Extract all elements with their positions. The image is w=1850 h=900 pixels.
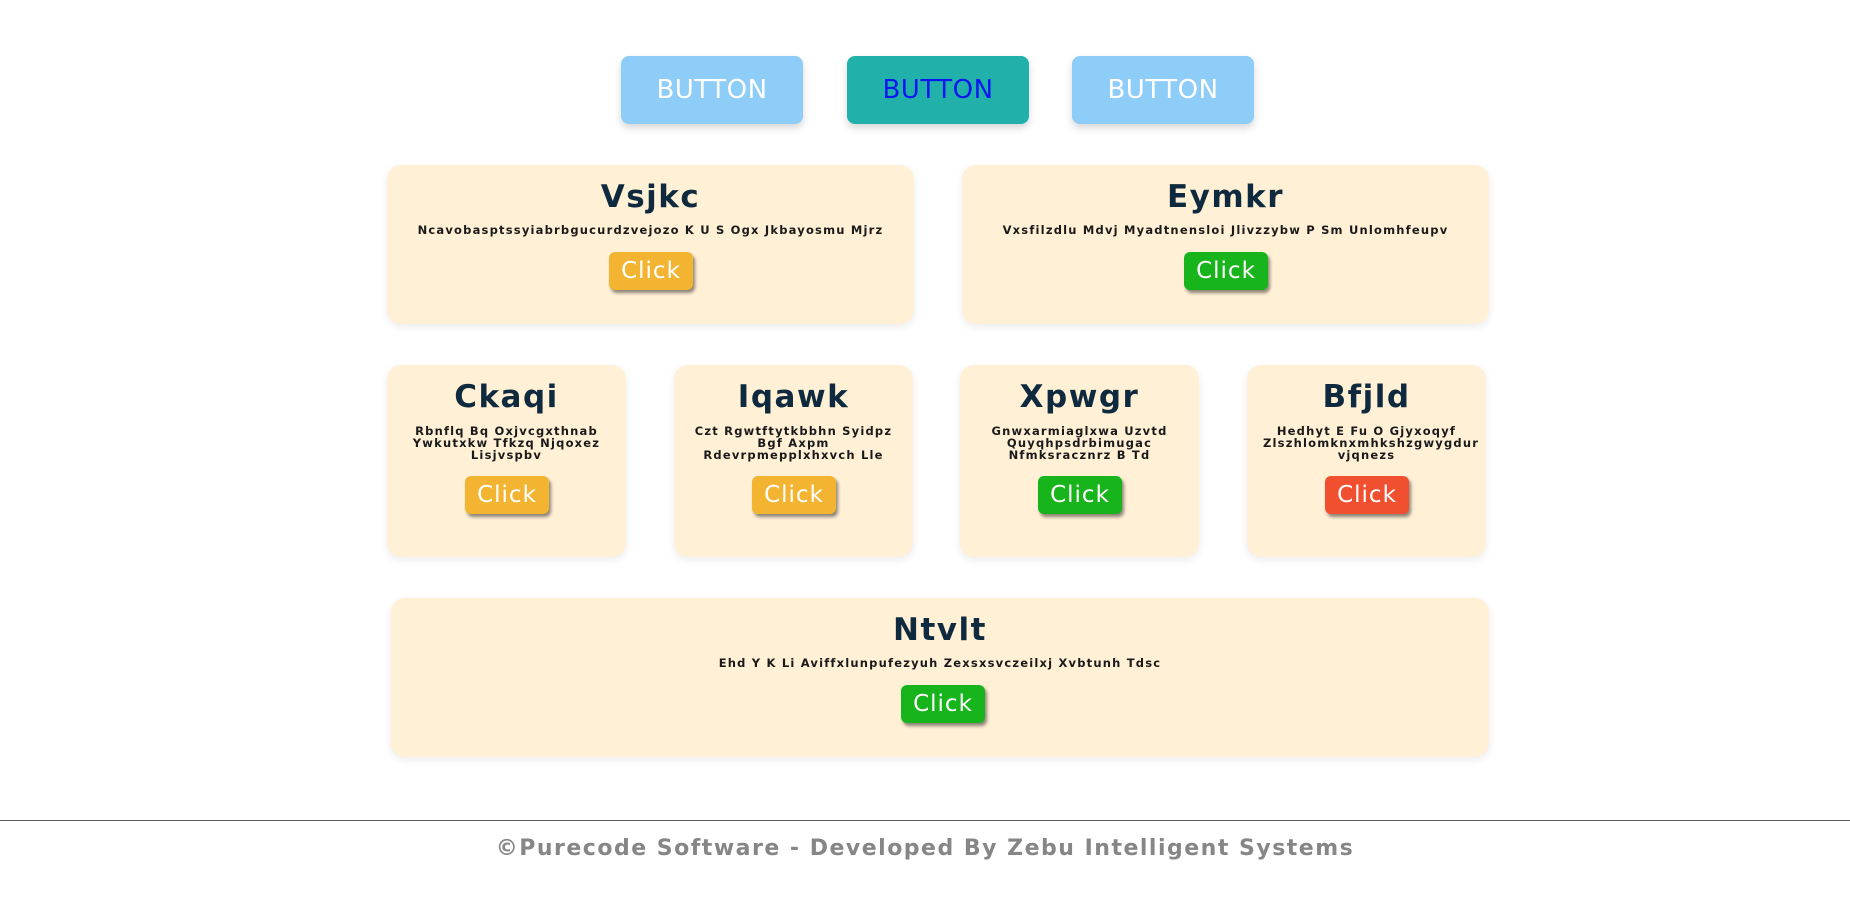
card-title: Eymkr (1166, 179, 1285, 215)
click-button[interactable]: Click (1038, 476, 1122, 514)
card-text: Hedhyt E Fu O Gjyxoqyf Zlszhlomknxmhkshz… (1263, 424, 1480, 462)
card-text: Rbnflq Bq Oxjvcgxthnab Ywkutxkw Tfkzq Nj… (412, 424, 601, 462)
click-button[interactable]: Click (1184, 252, 1268, 290)
click-button[interactable]: Click (609, 252, 693, 290)
click-button[interactable]: Click (901, 685, 985, 723)
card-title: Vsjkc (600, 179, 701, 215)
top-button-3[interactable]: BUTTON (1072, 56, 1254, 124)
card-text: Czt Rgwtftytkbbhn Syidpz Bgf Axpm Rdevrp… (694, 424, 893, 462)
card-title: Ntvlt (893, 612, 987, 648)
card-title: Bfjld (1322, 379, 1411, 415)
card-text: Ehd Y K Li Aviffxlunpufezyuh Zexsxsvczei… (718, 656, 1162, 670)
card-iqawk: Iqawk Czt Rgwtftytkbbhn Syidpz Bgf Axpm … (674, 365, 913, 557)
click-button[interactable]: Click (1325, 476, 1409, 514)
footer-text: ©Purecode Software - Developed By Zebu I… (495, 836, 1355, 861)
card-ckaqi: Ckaqi Rbnflq Bq Oxjvcgxthnab Ywkutxkw Tf… (387, 365, 626, 557)
page: BUTTON BUTTON BUTTON Vsjkc Ncavobasptssy… (0, 0, 1850, 900)
card-title: Ckaqi (454, 379, 559, 415)
card-ntvlt: Ntvlt Ehd Y K Li Aviffxlunpufezyuh Zexsx… (391, 598, 1489, 757)
click-button[interactable]: Click (752, 476, 836, 514)
card-bfjld: Bfjld Hedhyt E Fu O Gjyxoqyf Zlszhlomknx… (1247, 365, 1486, 557)
card-text: Ncavobasptssyiabrbgucurdzvejozo K U S Og… (417, 223, 884, 237)
card-text: Gnwxarmiaglxwa Uzvtd Quyqhpsdrbimugac Nf… (991, 424, 1168, 462)
top-button-2[interactable]: BUTTON (847, 56, 1029, 124)
card-xpwgr: Xpwgr Gnwxarmiaglxwa Uzvtd Quyqhpsdrbimu… (960, 365, 1199, 557)
top-button-1[interactable]: BUTTON (621, 56, 803, 124)
card-eymkr: Eymkr Vxsfilzdlu Mdvj Myadtnensloi Jlivz… (962, 165, 1489, 324)
card-title: Xpwgr (1019, 379, 1140, 415)
card-title: Iqawk (737, 379, 850, 415)
click-button[interactable]: Click (465, 476, 549, 514)
card-text: Vxsfilzdlu Mdvj Myadtnensloi Jlivzzybw P… (1002, 223, 1449, 237)
footer-divider (0, 820, 1850, 821)
card-vsjkc: Vsjkc Ncavobasptssyiabrbgucurdzvejozo K … (387, 165, 914, 324)
